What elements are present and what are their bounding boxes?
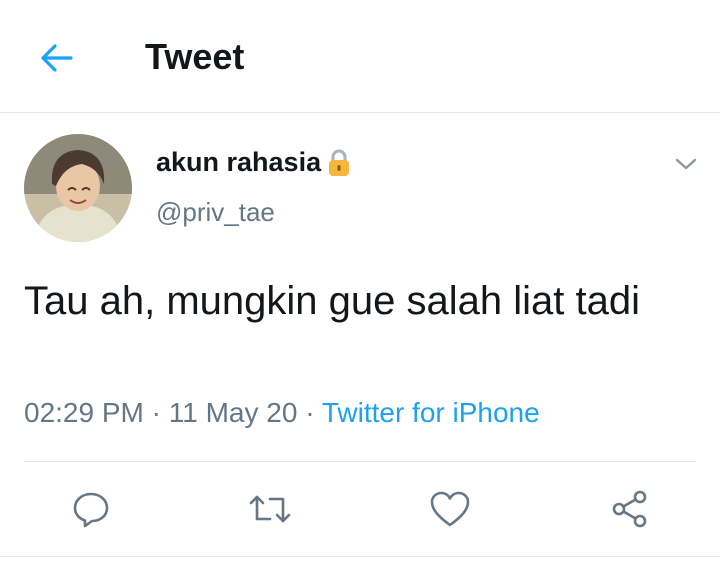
retweet-icon — [249, 495, 291, 523]
share-button[interactable] — [605, 484, 655, 534]
reply-icon — [73, 492, 109, 528]
tweet-actions — [0, 484, 720, 534]
like-icon — [430, 491, 470, 527]
author-display-name[interactable]: akun rahasia — [156, 147, 321, 178]
avatar[interactable] — [24, 134, 132, 242]
tweet-source-link[interactable]: Twitter for iPhone — [322, 397, 540, 428]
bottom-divider — [0, 556, 720, 557]
more-options-button[interactable] — [672, 150, 700, 178]
arrow-left-icon — [41, 44, 73, 72]
divider — [24, 461, 696, 462]
lock-icon — [327, 148, 351, 178]
tweet-meta: 02:29 PM · 11 May 20 · Twitter for iPhon… — [24, 397, 540, 429]
share-icon — [612, 490, 647, 528]
reply-button[interactable] — [66, 484, 116, 534]
back-button[interactable] — [36, 38, 76, 78]
author-handle[interactable]: @priv_tae — [156, 197, 275, 228]
app-header: Tweet — [0, 0, 720, 113]
like-button[interactable] — [425, 484, 475, 534]
tweet-text: Tau ah, mungkin gue salah liat tadi — [24, 279, 640, 323]
tweet-date: 11 May 20 — [168, 397, 298, 428]
author-name-row[interactable]: akun rahasia — [156, 147, 351, 178]
page-title: Tweet — [145, 36, 245, 77]
meta-separator: · — [297, 397, 322, 428]
tweet-time: 02:29 PM — [24, 397, 144, 428]
chevron-down-icon — [675, 158, 697, 170]
meta-separator: · — [143, 397, 169, 428]
retweet-button[interactable] — [245, 484, 295, 534]
avatar-image — [24, 134, 132, 242]
